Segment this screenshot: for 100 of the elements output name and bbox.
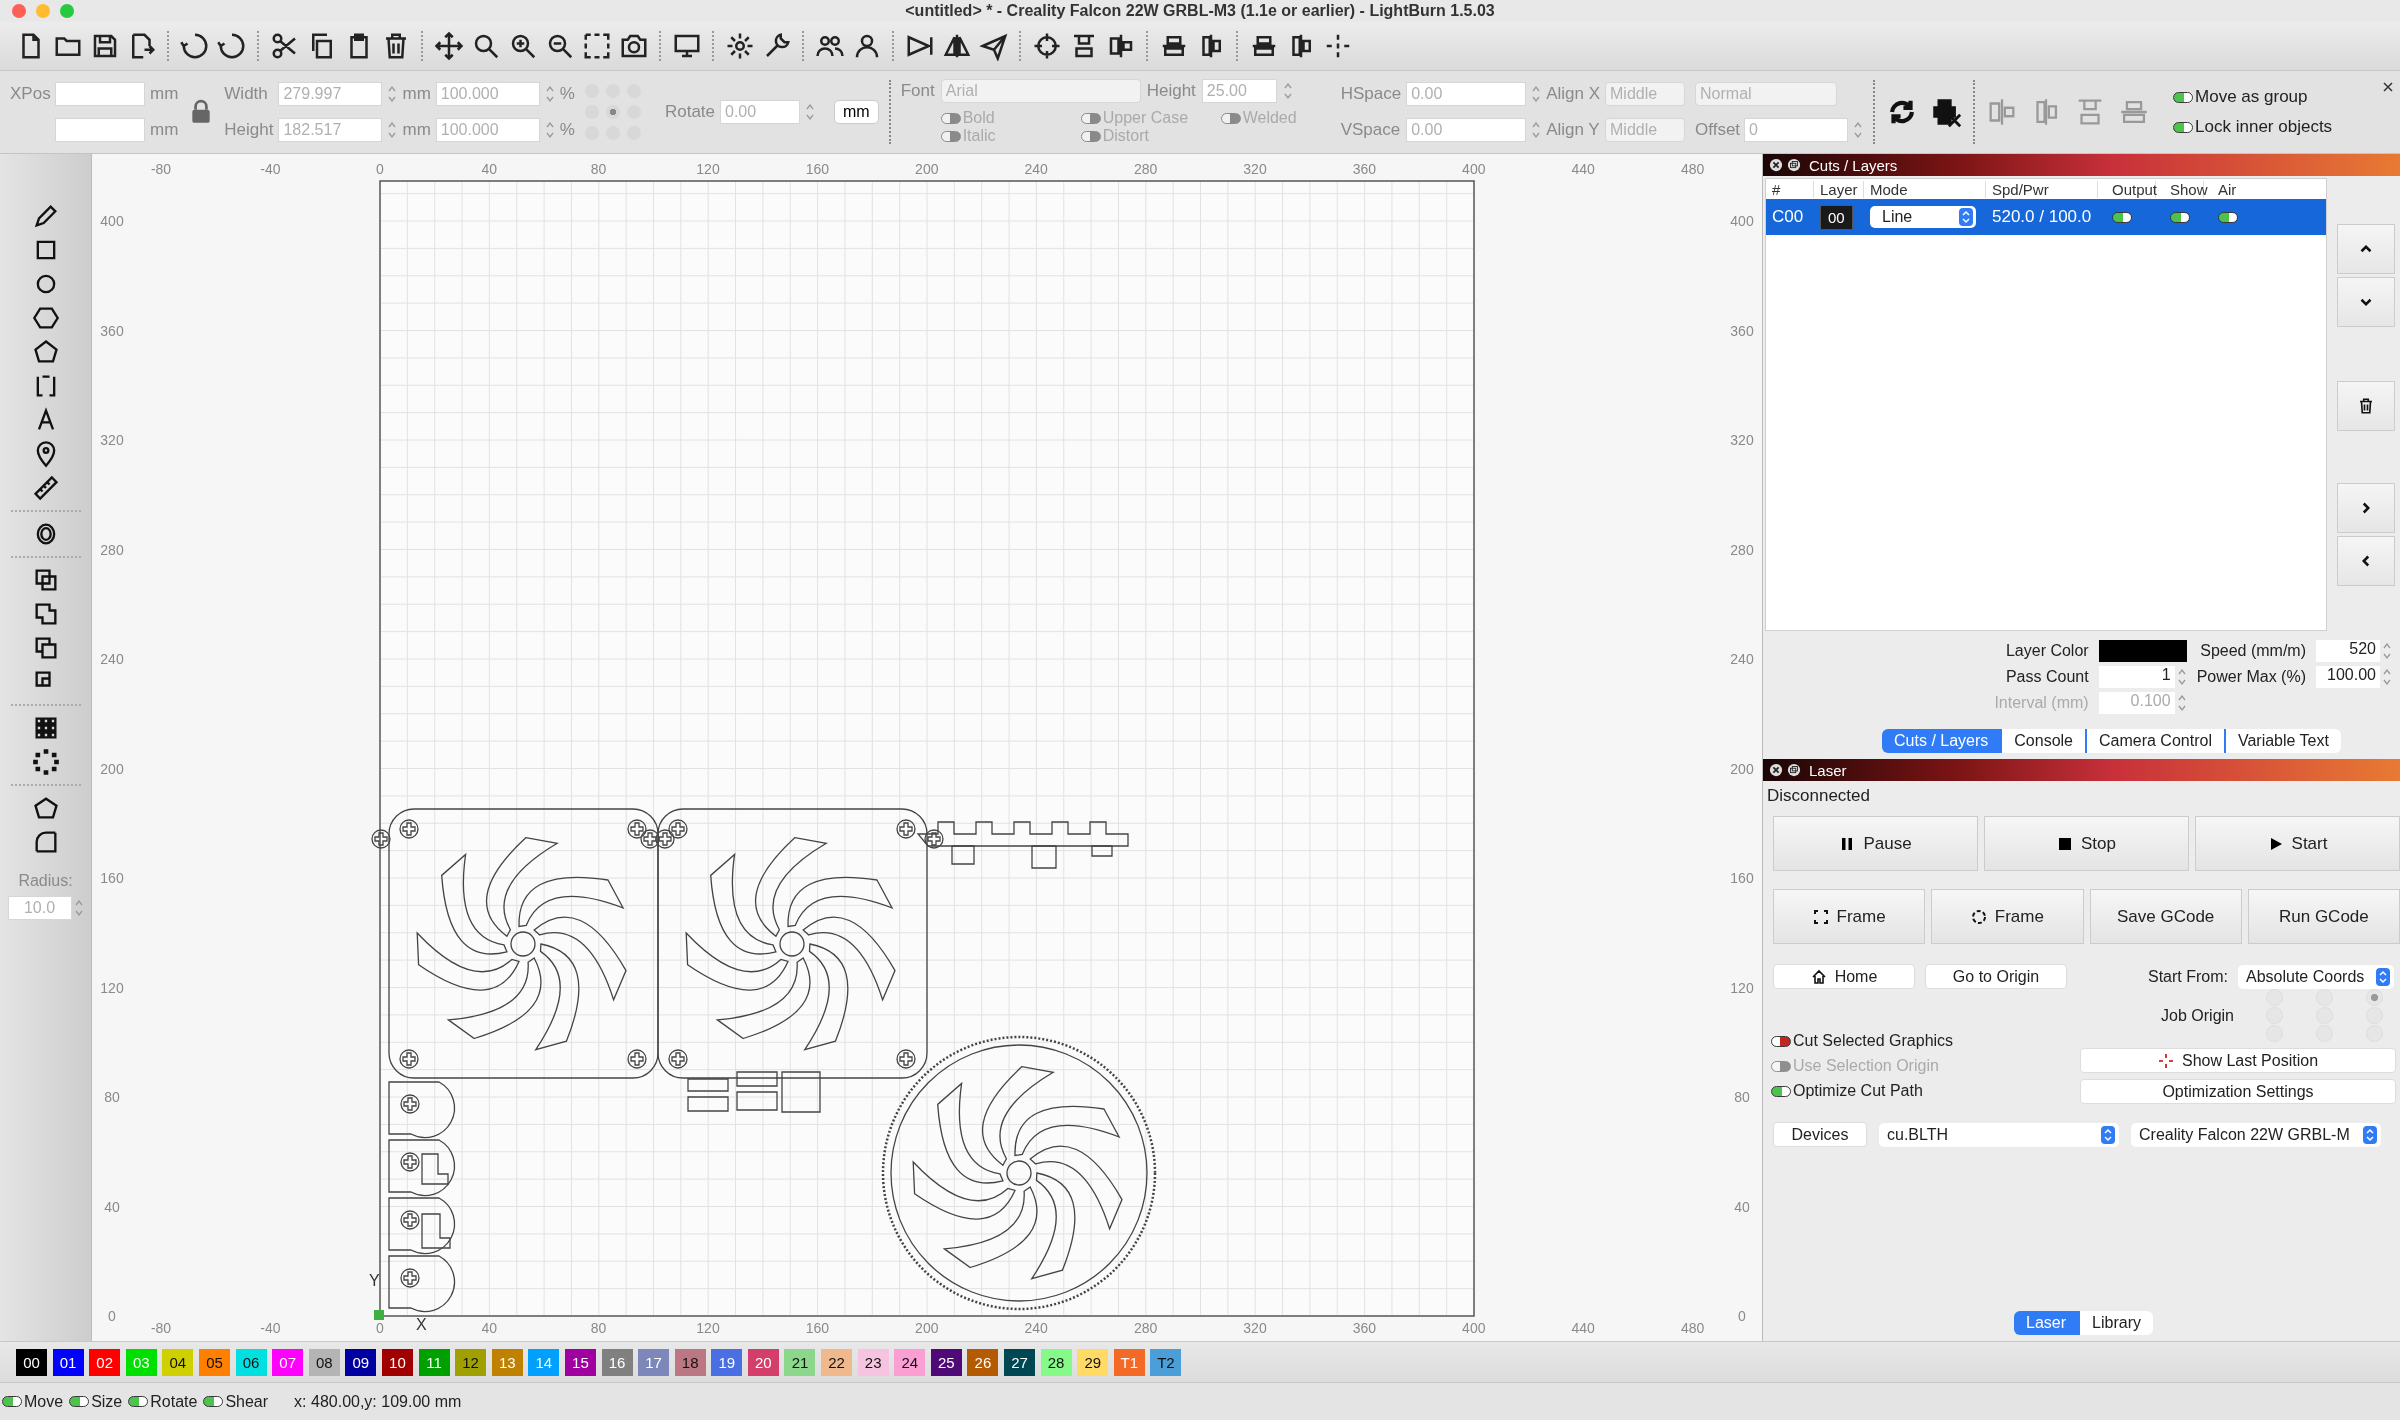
laser-action-button[interactable]: Frame bbox=[1931, 889, 2084, 944]
layer-color-swatch[interactable]: T2 bbox=[1150, 1348, 1182, 1376]
panel-tab[interactable]: Laser bbox=[2014, 1311, 2081, 1335]
laser-control-button[interactable]: Stop bbox=[1984, 816, 2189, 871]
layer-color-swatch[interactable]: 01 bbox=[52, 1348, 84, 1376]
laser-control-button[interactable]: Pause bbox=[1773, 816, 1978, 871]
unit-button[interactable]: mm bbox=[834, 100, 879, 124]
layer-color-swatch[interactable]: 26 bbox=[967, 1348, 999, 1376]
layer-color-swatch[interactable]: 21 bbox=[784, 1348, 816, 1376]
output-toggle[interactable] bbox=[2112, 211, 2132, 223]
layer-color-swatch[interactable]: 20 bbox=[747, 1348, 779, 1376]
layer-color-swatch[interactable] bbox=[2098, 640, 2187, 662]
toggle-switch[interactable] bbox=[2173, 91, 2194, 103]
layer-color-swatch[interactable]: 19 bbox=[711, 1348, 743, 1376]
undo-icon[interactable] bbox=[180, 31, 210, 61]
close-icon[interactable] bbox=[1769, 158, 1783, 172]
layer-color-swatch[interactable]: 22 bbox=[821, 1348, 853, 1376]
crosshair-icon[interactable] bbox=[1032, 31, 1062, 61]
device-dropdown[interactable]: Creality Falcon 22W GRBL-M bbox=[2131, 1122, 2381, 1147]
ruler-label: 80 bbox=[1734, 1089, 1750, 1105]
optimization-settings-button[interactable]: Optimization Settings bbox=[2080, 1079, 2396, 1104]
panel-tab[interactable]: Cuts / Layers bbox=[1882, 729, 2003, 753]
close-icon[interactable] bbox=[1769, 763, 1783, 777]
ruler-label: -80 bbox=[150, 1320, 172, 1336]
origin-marker bbox=[374, 1310, 384, 1320]
unit-label: mm bbox=[150, 120, 179, 140]
column-header: Mode bbox=[1864, 180, 1986, 198]
close-icon[interactable] bbox=[2382, 81, 2394, 93]
job-origin-radio[interactable] bbox=[2366, 989, 2383, 1006]
move-arrows-icon[interactable] bbox=[434, 31, 464, 61]
layer-color-swatch[interactable]: 29 bbox=[1077, 1348, 1109, 1376]
layer-color-swatch[interactable]: 10 bbox=[381, 1348, 413, 1376]
panel-tab[interactable]: Library bbox=[2080, 1311, 2153, 1335]
layer-color-swatch[interactable]: 12 bbox=[455, 1348, 487, 1376]
ruler-label: 0 bbox=[375, 161, 384, 177]
power-max-field[interactable]: 100.00 bbox=[2316, 666, 2380, 688]
ruler-label: 40 bbox=[104, 1198, 120, 1215]
option-label: Rotate bbox=[150, 1392, 198, 1411]
field-label: XPos bbox=[10, 84, 50, 104]
selection-frame-icon[interactable] bbox=[582, 31, 612, 61]
delete-button[interactable] bbox=[2337, 381, 2395, 431]
column-header: Spd/Pwr bbox=[1986, 180, 2098, 198]
layer-color-swatch[interactable]: 25 bbox=[930, 1348, 962, 1376]
paper-plane-icon[interactable] bbox=[979, 31, 1009, 61]
pass-count-field[interactable]: 1 bbox=[2098, 666, 2175, 688]
layer-color-swatch[interactable]: 00 bbox=[16, 1348, 47, 1376]
layer-color-swatch[interactable]: 02 bbox=[89, 1348, 121, 1376]
laser-action-button[interactable]: Save GCode bbox=[2089, 889, 2242, 944]
air-toggle[interactable] bbox=[2218, 211, 2238, 223]
layer-color-swatch[interactable]: 05 bbox=[198, 1348, 230, 1376]
redo-icon[interactable] bbox=[217, 31, 247, 61]
devices-button[interactable]: Devices bbox=[1773, 1122, 1867, 1147]
toggle-switch[interactable] bbox=[203, 1396, 224, 1407]
layer-color-swatch[interactable]: 08 bbox=[308, 1348, 340, 1376]
layer-color-swatch[interactable]: 24 bbox=[894, 1348, 926, 1376]
circular-array-icon[interactable] bbox=[30, 748, 61, 776]
job-origin-radio[interactable] bbox=[2316, 989, 2333, 1006]
speed-field[interactable]: 520 bbox=[2316, 640, 2380, 662]
layer-row[interactable]: C00 00 Line 520.0 / 100.0 bbox=[1766, 199, 2326, 235]
layer-color-swatch[interactable]: 28 bbox=[1040, 1348, 1072, 1376]
position-field[interactable] bbox=[55, 118, 145, 142]
layer-color-swatch[interactable]: 23 bbox=[857, 1348, 889, 1376]
toggle-switch[interactable] bbox=[1771, 1035, 1791, 1047]
toggle-switch[interactable] bbox=[2, 1396, 22, 1407]
field-label: HSpace bbox=[1340, 84, 1402, 104]
toggle-switch[interactable] bbox=[1771, 1085, 1791, 1097]
layer-color-swatch[interactable]: 06 bbox=[235, 1348, 267, 1376]
laser-action-button[interactable]: Frame bbox=[1773, 889, 1926, 944]
mode-dropdown[interactable]: Line bbox=[1870, 206, 1976, 228]
go-to-origin-button[interactable]: Go to Origin bbox=[1925, 964, 2067, 989]
ruler-label: 360 bbox=[1730, 322, 1754, 339]
panel-tab[interactable]: Variable Text bbox=[2225, 729, 2341, 753]
job-origin-radio[interactable] bbox=[2266, 989, 2283, 1006]
float-window-icon[interactable] bbox=[1787, 763, 1801, 777]
float-window-icon[interactable] bbox=[1787, 158, 1801, 172]
anchor-point[interactable] bbox=[605, 105, 620, 119]
layer-color-swatch[interactable]: 16 bbox=[601, 1348, 633, 1376]
layer-color-swatch[interactable]: 15 bbox=[564, 1348, 596, 1376]
field-label: Power Max (%) bbox=[2196, 668, 2306, 686]
toggle-switch[interactable] bbox=[128, 1396, 149, 1407]
panel-tab[interactable]: Camera Control bbox=[2087, 729, 2226, 753]
start-from-dropdown[interactable]: Absolute Coords bbox=[2238, 964, 2394, 989]
ruler-label: 320 bbox=[1730, 432, 1754, 448]
layer-color-swatch[interactable]: 04 bbox=[162, 1348, 194, 1376]
layer-color-swatch[interactable]: 18 bbox=[674, 1348, 706, 1376]
port-dropdown[interactable]: cu.BLTH bbox=[1879, 1122, 2119, 1147]
layer-color-swatch[interactable]: 09 bbox=[345, 1348, 377, 1376]
home-button[interactable]: Home bbox=[1773, 964, 1915, 989]
show-last-position-button[interactable]: Show Last Position bbox=[2080, 1048, 2396, 1073]
laser-control-button[interactable]: Start bbox=[2195, 816, 2400, 871]
toggle-switch[interactable] bbox=[2173, 121, 2194, 133]
show-toggle[interactable] bbox=[2170, 211, 2190, 223]
panel-tab[interactable]: Console bbox=[2002, 729, 2087, 753]
unit-label: mm bbox=[402, 120, 431, 140]
toggle-switch[interactable] bbox=[69, 1396, 90, 1407]
laser-action-button[interactable]: Run GCode bbox=[2247, 889, 2400, 944]
layer-color-swatch[interactable]: 27 bbox=[1004, 1348, 1036, 1376]
settings-icon[interactable] bbox=[725, 31, 755, 61]
position-field[interactable] bbox=[55, 82, 145, 106]
ruler-label: 120 bbox=[696, 1320, 720, 1336]
